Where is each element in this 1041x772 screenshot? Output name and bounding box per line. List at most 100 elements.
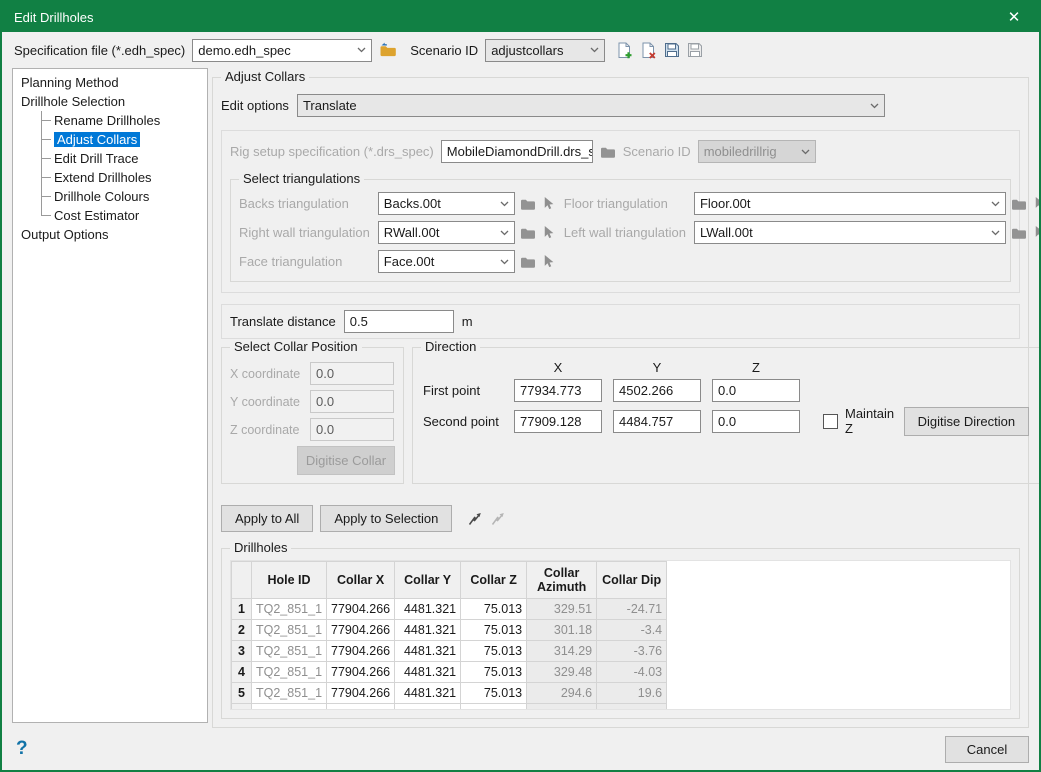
maintain-z-checkbox[interactable] — [823, 414, 838, 429]
adjust-collars-panel: Adjust Collars Edit options Translate Ri… — [212, 68, 1029, 730]
drillholes-table: Hole ID Collar X Collar Y Collar Z Colla… — [231, 561, 667, 710]
table-header-row: Hole ID Collar X Collar Y Collar Z Colla… — [232, 562, 667, 599]
drillholes-table-viewport[interactable]: Hole ID Collar X Collar Y Collar Z Colla… — [230, 560, 1011, 710]
window-title: Edit Drillholes — [14, 10, 93, 25]
edit-options-label: Edit options — [221, 98, 289, 113]
sidebar-item-rename-drillholes[interactable]: Rename Drillholes — [41, 111, 203, 130]
select-triangulations-title: Select triangulations — [239, 171, 364, 186]
spec-file-label: Specification file (*.edh_spec) — [14, 43, 185, 58]
collar-x-header[interactable]: Collar X — [327, 562, 395, 599]
collar-z-header[interactable]: Collar Z — [461, 562, 527, 599]
row-number[interactable]: 4 — [232, 662, 252, 683]
pick-cursor-icon — [1032, 225, 1041, 240]
second-point-z-input[interactable]: 0.0 — [712, 410, 800, 433]
row-number[interactable]: 2 — [232, 620, 252, 641]
direction-z-header: Z — [712, 360, 800, 375]
first-point-y-input[interactable]: 4502.266 — [613, 379, 701, 402]
left-wall-triangulation-label: Left wall triangulation — [564, 225, 686, 240]
sidebar-item-edit-drill-trace[interactable]: Edit Drill Trace — [41, 149, 203, 168]
select-collar-position-group: Select Collar Position X coordinate 0.0 … — [221, 347, 404, 484]
folder-icon — [520, 196, 536, 212]
new-scenario-icon[interactable] — [616, 42, 633, 59]
chevron-down-icon — [587, 47, 602, 53]
pick-cursor-icon — [541, 225, 556, 240]
table-row: 4 TQ2_851_1 77904.266 4481.321 75.013 32… — [232, 662, 667, 683]
second-point-label: Second point — [423, 414, 503, 429]
folder-icon — [600, 144, 616, 160]
sidebar-item-planning-method[interactable]: Planning Method — [17, 73, 203, 92]
folder-icon — [1011, 225, 1027, 241]
edit-drillholes-dialog: Edit Drillholes ✕ Specification file (*.… — [0, 0, 1041, 772]
collar-dip-header[interactable]: Collar Dip — [597, 562, 667, 599]
scenario-id-combo[interactable]: adjustcollars — [485, 39, 605, 62]
floor-triangulation-combo: Floor.00t — [694, 192, 1006, 215]
apply-to-all-button[interactable]: Apply to All — [221, 505, 313, 532]
chevron-down-icon — [798, 149, 813, 155]
first-point-label: First point — [423, 383, 503, 398]
open-folder-icon[interactable] — [379, 42, 397, 58]
backs-triangulation-combo: Backs.00t — [378, 192, 515, 215]
direction-title: Direction — [421, 339, 480, 354]
spec-file-combo[interactable]: demo.edh_spec — [192, 39, 372, 62]
scenario-id-label: Scenario ID — [410, 43, 478, 58]
translate-distance-input[interactable]: 0.5 — [344, 310, 454, 333]
apply-to-selection-button[interactable]: Apply to Selection — [320, 505, 452, 532]
floor-triangulation-label: Floor triangulation — [564, 196, 686, 211]
rig-scenario-label: Scenario ID — [623, 144, 691, 159]
sidebar-item-adjust-collars[interactable]: Adjust Collars — [41, 130, 203, 149]
chevron-down-icon — [497, 259, 512, 265]
y-coordinate-label: Y coordinate — [230, 395, 304, 409]
options-tree: Planning Method Drillhole Selection Rena… — [12, 68, 208, 723]
footer-bar: ? Cancel — [2, 732, 1039, 770]
drillholes-group: Drillholes Hole ID Collar X Collar Y Col… — [221, 548, 1020, 719]
direction-group: Direction X Y Z First point 77934.773 45… — [412, 347, 1041, 484]
adjust-collars-group: Adjust Collars Edit options Translate Ri… — [212, 77, 1029, 728]
help-icon[interactable]: ? — [16, 738, 28, 760]
second-point-y-input[interactable]: 4484.757 — [613, 410, 701, 433]
sidebar-item-output-options[interactable]: Output Options — [17, 225, 203, 244]
sidebar-item-extend-drillholes[interactable]: Extend Drillholes — [41, 168, 203, 187]
collar-y-header[interactable]: Collar Y — [395, 562, 461, 599]
cancel-button[interactable]: Cancel — [945, 736, 1029, 763]
specification-bar: Specification file (*.edh_spec) demo.edh… — [14, 38, 1027, 62]
translate-distance-label: Translate distance — [230, 314, 336, 329]
sidebar-item-drillhole-selection[interactable]: Drillhole Selection — [17, 92, 203, 111]
translate-distance-unit: m — [462, 314, 473, 329]
select-collar-position-title: Select Collar Position — [230, 339, 362, 354]
collar-azimuth-header[interactable]: Collar Azimuth — [527, 562, 597, 599]
pick-cursor-icon — [541, 196, 556, 211]
table-row: 6 TQ2_851_1 77904.266 4481.321 75.013 31… — [232, 704, 667, 711]
chevron-down-icon — [497, 230, 512, 236]
x-coordinate-label: X coordinate — [230, 367, 304, 381]
save-scenario-as-icon[interactable] — [687, 42, 703, 58]
row-number[interactable]: 3 — [232, 641, 252, 662]
row-number[interactable]: 1 — [232, 599, 252, 620]
maintain-z-label: Maintain Z — [845, 406, 897, 436]
y-coordinate-input: 0.0 — [310, 390, 394, 413]
first-point-z-input[interactable]: 0.0 — [712, 379, 800, 402]
z-coordinate-input: 0.0 — [310, 418, 394, 441]
adjust-collars-group-title: Adjust Collars — [221, 69, 309, 84]
undo-arrow-icon[interactable] — [467, 511, 483, 527]
sidebar-item-cost-estimator[interactable]: Cost Estimator — [41, 206, 203, 225]
hole-id-header[interactable]: Hole ID — [252, 562, 327, 599]
row-number[interactable]: 5 — [232, 683, 252, 704]
second-point-x-input[interactable]: 77909.128 — [514, 410, 602, 433]
folder-icon — [1011, 196, 1027, 212]
drillholes-title: Drillholes — [230, 540, 291, 555]
direction-x-header: X — [514, 360, 602, 375]
edit-options-combo[interactable]: Translate — [297, 94, 885, 117]
rig-setup-section: Rig setup specification (*.drs_spec) Mob… — [221, 130, 1020, 293]
corner-header-cell — [232, 562, 252, 599]
close-icon[interactable]: ✕ — [1001, 4, 1027, 30]
digitise-direction-button[interactable]: Digitise Direction — [904, 407, 1030, 436]
save-scenario-icon[interactable] — [664, 42, 680, 58]
backs-triangulation-label: Backs triangulation — [239, 196, 370, 211]
row-number[interactable]: 6 — [232, 704, 252, 711]
delete-scenario-icon[interactable] — [640, 42, 657, 59]
first-point-x-input[interactable]: 77934.773 — [514, 379, 602, 402]
sidebar-item-drillhole-colours[interactable]: Drillhole Colours — [41, 187, 203, 206]
title-bar: Edit Drillholes ✕ — [2, 2, 1039, 32]
left-wall-triangulation-combo: LWall.00t — [694, 221, 1006, 244]
face-triangulation-label: Face triangulation — [239, 254, 370, 269]
